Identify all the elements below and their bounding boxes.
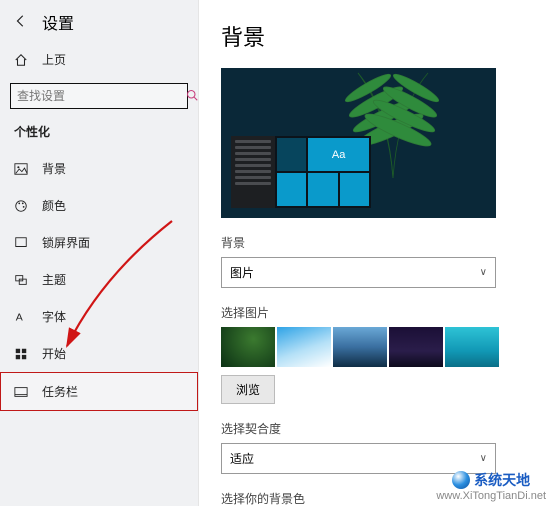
home-icon (14, 53, 28, 67)
preview-start-menu: Aa (231, 136, 371, 208)
sidebar-header: 设置 (0, 0, 198, 42)
home-row[interactable]: 上页 (0, 42, 198, 77)
preview-sample-text: Aa (308, 138, 369, 171)
sidebar-item-label: 锁屏界面 (42, 234, 90, 251)
sidebar-item-start[interactable]: 开始 (0, 335, 198, 372)
sidebar-item-lockscreen[interactable]: 锁屏界面 (0, 224, 198, 261)
app-title: 设置 (42, 10, 74, 34)
watermark: 系统天地 www.XiTongTianDi.net (436, 470, 546, 502)
sidebar-item-label: 主题 (42, 271, 66, 288)
thumbnail-fern[interactable] (221, 327, 275, 367)
browse-button[interactable]: 浏览 (221, 375, 275, 404)
sidebar-item-label: 开始 (42, 345, 66, 362)
page-title: 背景 (221, 20, 538, 52)
search-input[interactable] (11, 84, 178, 108)
thumbnail-sea[interactable] (445, 327, 499, 367)
search-box[interactable] (10, 83, 188, 109)
watermark-logo-icon (452, 471, 470, 489)
palette-icon (14, 199, 28, 213)
sidebar-item-taskbar[interactable]: 任务栏 (0, 372, 198, 411)
sidebar-item-fonts[interactable]: A 字体 (0, 298, 198, 335)
start-icon (14, 347, 28, 361)
lock-screen-icon (14, 236, 28, 250)
background-type-dropdown[interactable]: 图片 ∨ (221, 257, 496, 288)
fit-label: 选择契合度 (221, 420, 538, 437)
desktop-preview: Aa (221, 68, 496, 218)
sidebar: 设置 上页 个性化 背景 颜色 锁屏界面 (0, 0, 199, 506)
dropdown-value: 适应 (230, 450, 254, 467)
watermark-url: www.XiTongTianDi.net (436, 490, 546, 502)
image-thumbnails (221, 327, 538, 367)
background-type-label: 背景 (221, 234, 538, 251)
svg-text:A: A (16, 311, 23, 323)
sidebar-section-heading: 个性化 (0, 117, 198, 150)
sidebar-item-background[interactable]: 背景 (0, 150, 198, 187)
dropdown-value: 图片 (230, 264, 254, 281)
chevron-down-icon: ∨ (480, 453, 487, 464)
thumbnail-night[interactable] (389, 327, 443, 367)
image-icon (14, 162, 28, 176)
sidebar-item-label: 背景 (42, 160, 66, 177)
chevron-down-icon: ∨ (480, 267, 487, 278)
home-label: 上页 (42, 51, 66, 68)
theme-icon (14, 273, 28, 287)
thumbnail-windows-light[interactable] (277, 327, 331, 367)
sidebar-item-label: 颜色 (42, 197, 66, 214)
back-button[interactable] (14, 14, 28, 31)
sidebar-item-themes[interactable]: 主题 (0, 261, 198, 298)
choose-image-label: 选择图片 (221, 304, 538, 321)
watermark-brand: 系统天地 (474, 470, 530, 490)
sidebar-item-label: 字体 (42, 308, 66, 325)
main-panel: 背景 (199, 0, 552, 506)
sidebar-item-label: 任务栏 (42, 383, 78, 400)
arrow-left-icon (14, 14, 28, 28)
search-wrap (10, 83, 188, 109)
thumbnail-mountain[interactable] (333, 327, 387, 367)
sidebar-item-colors[interactable]: 颜色 (0, 187, 198, 224)
font-icon: A (14, 310, 28, 324)
search-icon (178, 89, 206, 104)
taskbar-icon (14, 385, 28, 399)
